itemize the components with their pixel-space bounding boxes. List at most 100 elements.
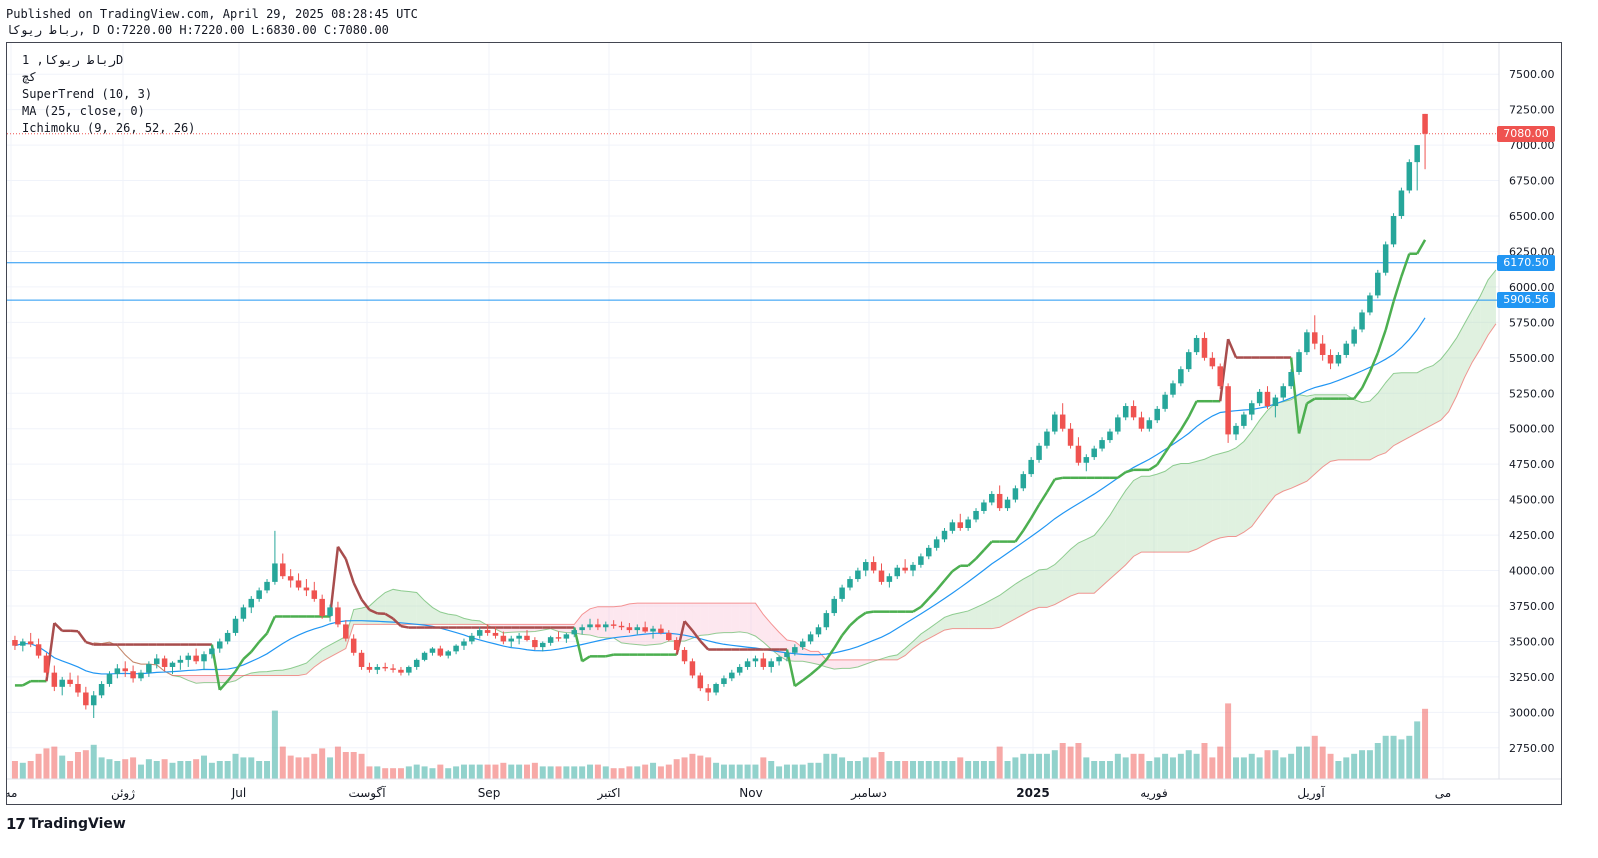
legend-ma[interactable]: MA (25, close, 0) <box>22 104 145 118</box>
cloud-segment <box>723 603 732 633</box>
candle-body <box>673 640 680 650</box>
cloud-segment <box>1385 373 1394 453</box>
candle-body <box>815 627 822 635</box>
volume-bar <box>1146 761 1153 779</box>
volume-bar <box>287 755 294 779</box>
candle-body <box>634 627 641 631</box>
cloud-segment <box>1070 542 1079 597</box>
candle-body <box>319 598 325 616</box>
candle-body <box>1201 337 1208 358</box>
supertrend-segment <box>85 640 95 646</box>
volume-bar <box>59 755 66 779</box>
chart-pane[interactable]: 7500.00 7250.00 7000.00 6750.00 6500.00 6250.… <box>6 42 1562 805</box>
volume-bar <box>256 761 263 779</box>
volume-bar <box>366 766 373 779</box>
volume-bar <box>1185 750 1192 779</box>
cloud-segment <box>1023 574 1032 615</box>
candle-body <box>358 652 365 667</box>
candle-body <box>1414 145 1420 163</box>
price-tick-label: 5750.00 <box>1509 316 1555 329</box>
price-tick-label: 3500.00 <box>1509 635 1555 648</box>
volume-bar <box>1162 753 1169 779</box>
volume-bar <box>657 766 664 779</box>
volume-bar <box>169 762 176 779</box>
volume-bar <box>67 761 74 779</box>
candle-body <box>831 598 837 614</box>
supertrend-segment <box>1045 478 1056 493</box>
tradingview-logo[interactable]: 17 TradingView <box>6 815 126 833</box>
candle-body <box>429 648 436 653</box>
cloud-segment <box>1141 476 1150 553</box>
published-header: Published on TradingView.com, April 29, … <box>6 7 418 21</box>
volume-bar <box>1303 746 1310 779</box>
volume-bar <box>508 764 515 779</box>
volume-bar <box>799 764 806 779</box>
candle-body <box>256 590 262 599</box>
chart-svg[interactable]: 7500.007250.007000.006750.006500.006250.… <box>7 43 1561 804</box>
candle-body <box>650 628 656 632</box>
candle-body <box>1012 488 1019 500</box>
candle-body <box>51 672 58 687</box>
candle-body <box>1225 386 1231 435</box>
price-tick-label: 3000.00 <box>1509 706 1555 719</box>
volume-bar <box>815 762 822 779</box>
cloud-segment <box>1228 447 1236 537</box>
candle-body <box>146 664 152 673</box>
volume-bar <box>768 761 775 779</box>
supertrend-segment <box>76 630 87 643</box>
candle-body <box>1193 337 1200 353</box>
candle-body <box>524 635 530 641</box>
volume-bar <box>122 759 129 779</box>
supertrend-segment <box>336 546 347 560</box>
volume-bar <box>1296 746 1303 779</box>
supertrend-segment <box>265 615 277 634</box>
volume-bar <box>1059 743 1066 779</box>
legend-ichimoku[interactable]: Ichimoku (9, 26, 52, 26) <box>22 121 195 135</box>
candle-body <box>926 547 932 557</box>
cloud-segment <box>716 603 724 634</box>
volume-bar <box>476 764 483 779</box>
candle-body <box>1036 445 1042 460</box>
supertrend-segment <box>1054 476 1063 481</box>
volume-bar <box>397 768 404 779</box>
volume-bar <box>524 764 530 779</box>
legend-subsymbol: کچ <box>22 70 37 84</box>
cloud-segment <box>1425 365 1433 429</box>
supertrend-segment <box>1384 301 1395 331</box>
cloud-segment <box>204 675 212 683</box>
cloud-segment <box>1448 337 1457 412</box>
volume-bar <box>1122 757 1129 779</box>
volume-bar <box>90 744 97 779</box>
cloud-segment <box>1314 394 1323 475</box>
supertrend-segment <box>1030 504 1041 519</box>
cloud-segment <box>1393 372 1402 446</box>
cloud-segment <box>621 603 630 644</box>
price-tick-label: 2750.00 <box>1509 742 1555 755</box>
candle-body <box>398 669 404 673</box>
legend-supertrend[interactable]: SuperTrend (10, 3) <box>22 87 152 101</box>
candle-body <box>67 679 73 684</box>
cloud-segment <box>1369 393 1378 460</box>
candle-body <box>642 627 648 632</box>
supertrend-segment <box>242 650 253 660</box>
candle-body <box>1256 391 1263 404</box>
cloud-segment <box>983 599 992 629</box>
cloud-segment <box>1432 359 1441 425</box>
price-tick-label: 7500.00 <box>1509 68 1555 81</box>
volume-bar <box>342 752 349 779</box>
time-tick-label: مه <box>7 786 17 800</box>
cloud-segment <box>1480 279 1489 350</box>
volume-bar <box>673 759 680 779</box>
volume-bar <box>823 753 830 779</box>
cloud-segment <box>708 603 717 635</box>
candle-body <box>941 530 948 540</box>
cloud-segment <box>1220 451 1229 538</box>
volume-bar <box>216 761 223 779</box>
supertrend-segment <box>975 549 985 560</box>
candle-body <box>587 624 593 628</box>
volume-bar <box>1272 750 1279 779</box>
candle-body <box>153 658 160 665</box>
legend-symbol[interactable]: رباط ریوکا, 1D <box>22 53 123 67</box>
candle-body <box>839 587 845 599</box>
volume-bar <box>429 768 436 779</box>
